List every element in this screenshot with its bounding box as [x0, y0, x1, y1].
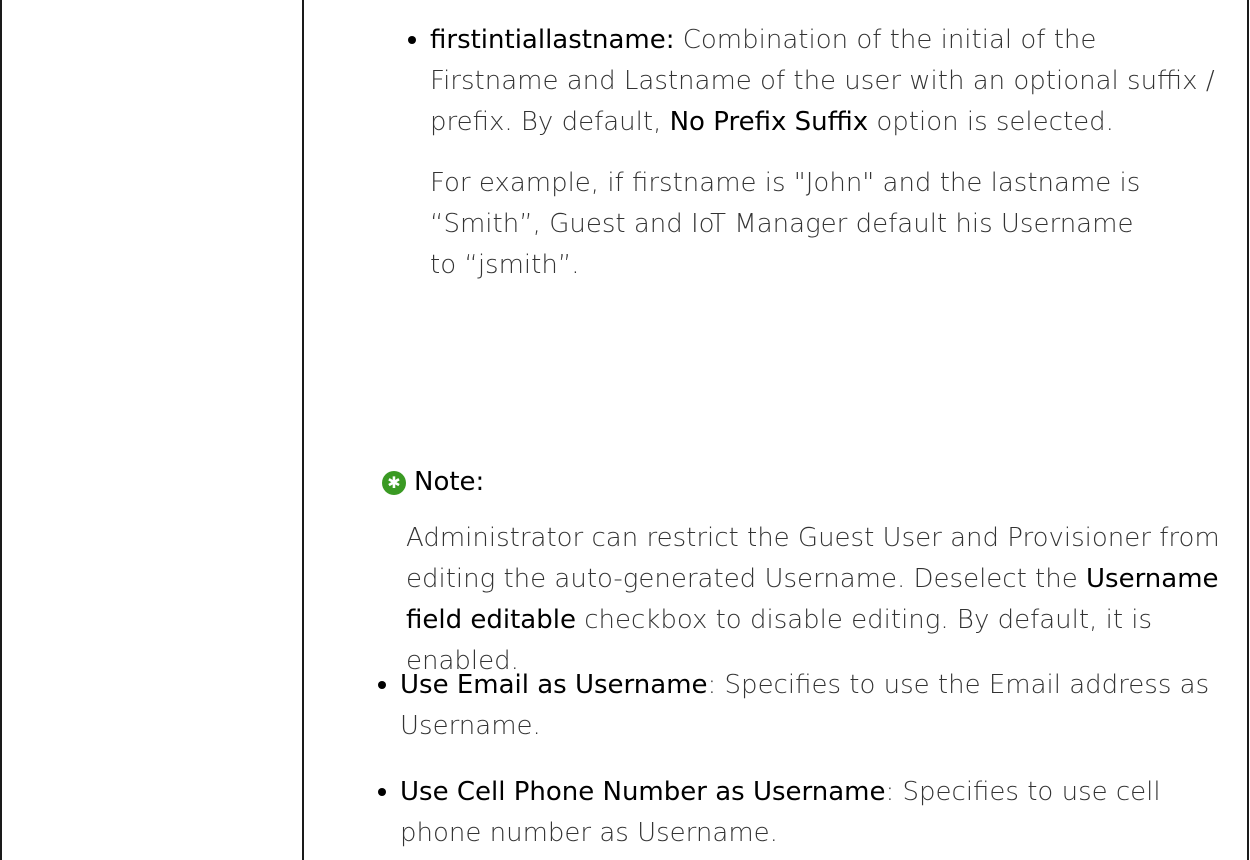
table-row: firstintiallastname: Combination of the …	[0, 0, 1250, 860]
email-term: Use Email as Username	[400, 670, 708, 700]
bullet-icon	[378, 681, 386, 689]
firstinitial-term: firstintiallastname:	[430, 25, 675, 55]
bullet-icon	[408, 36, 416, 44]
list-item-phone: Use Cell Phone Number as Username: Speci…	[378, 772, 1220, 854]
note-text: Administrator can restrict the Guest Use…	[406, 518, 1226, 682]
note-block: ✱ Note: Administrator can restrict the G…	[382, 462, 1242, 676]
list-item-firstinitial: firstintiallastname: Combination of the …	[408, 20, 1230, 286]
table-border-middle	[302, 0, 304, 860]
note-heading: ✱ Note:	[382, 462, 1242, 503]
note-title: Note:	[414, 467, 485, 497]
list-item-email: Use Email as Username: Specifies to use …	[378, 665, 1220, 747]
table-border-left	[0, 0, 2, 860]
bullet-icon	[378, 788, 386, 796]
green-star-circle-icon: ✱	[382, 470, 406, 495]
no-prefix-suffix-option: No Prefix Suffix	[669, 107, 869, 137]
phone-term: Use Cell Phone Number as Username	[400, 777, 886, 807]
phone-description: Use Cell Phone Number as Username: Speci…	[400, 772, 1220, 854]
firstinitial-description: firstintiallastname: Combination of the …	[430, 20, 1230, 143]
table-border-right	[1247, 0, 1249, 860]
email-description: Use Email as Username: Specifies to use …	[400, 665, 1220, 747]
firstinitial-desc-2: option is selected.	[868, 107, 1114, 137]
firstinitial-example: For example, if firstname is "John" and …	[430, 168, 1141, 280]
